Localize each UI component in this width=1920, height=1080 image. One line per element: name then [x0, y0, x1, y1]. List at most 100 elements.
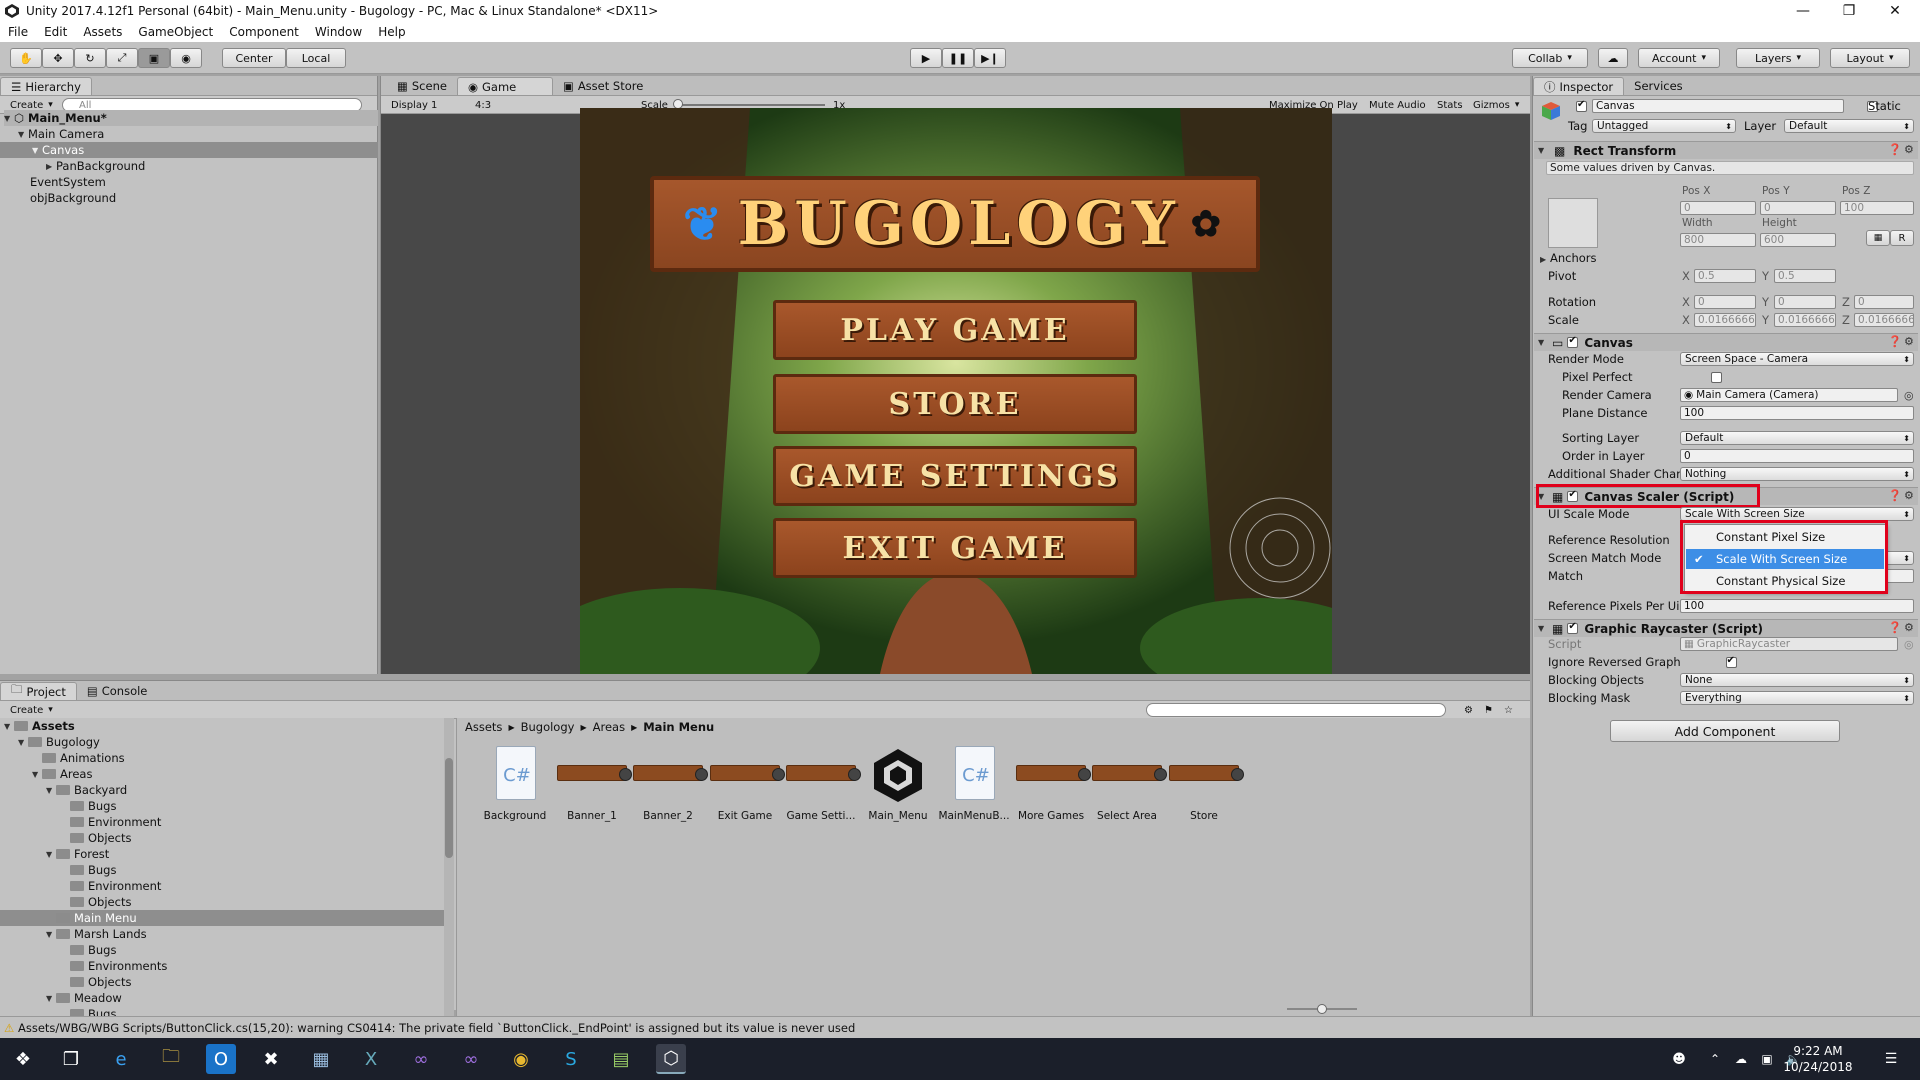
- hierarchy-item-objbackground[interactable]: objBackground: [30, 190, 116, 206]
- filter-label-icon[interactable]: ⚑: [1480, 703, 1497, 717]
- people-icon[interactable]: ☻: [1664, 1044, 1694, 1074]
- rect-transform-header[interactable]: ▼ ▩ Rect Transform: [1534, 141, 1918, 159]
- collab-dropdown[interactable]: Collab: [1512, 48, 1588, 68]
- pivot-x-field[interactable]: 0.5: [1694, 269, 1756, 283]
- step-button[interactable]: ▶❙: [974, 48, 1006, 68]
- expand-icon[interactable]: ▼: [46, 994, 56, 1003]
- project-folder-item[interactable]: Bugs: [0, 862, 444, 878]
- settings-gear-icon[interactable]: ⚙: [1904, 143, 1914, 156]
- asset-item[interactable]: Banner_2: [631, 746, 708, 826]
- scale-slider[interactable]: [675, 104, 825, 106]
- help-icon[interactable]: ❓: [1888, 143, 1902, 156]
- windows-start-icon[interactable]: ❖: [8, 1044, 38, 1074]
- skype-icon[interactable]: S: [556, 1044, 586, 1074]
- height-field[interactable]: 600: [1760, 233, 1836, 247]
- filter-type-icon[interactable]: ⚙: [1460, 703, 1477, 717]
- game-settings-button[interactable]: GAME SETTINGS: [773, 446, 1137, 506]
- menu-help[interactable]: Help: [370, 25, 413, 39]
- files-app-icon[interactable]: ▦: [306, 1044, 336, 1074]
- project-folder-item[interactable]: Bugs: [0, 1006, 444, 1016]
- scale-z-field[interactable]: 0.0166666: [1854, 313, 1914, 327]
- project-folder-item[interactable]: Environments: [0, 958, 444, 974]
- breadcrumb-bugology[interactable]: Bugology: [521, 720, 575, 734]
- excel-like-icon[interactable]: X: [356, 1044, 386, 1074]
- expand-icon[interactable]: ▼: [46, 930, 56, 939]
- tab-game[interactable]: ◉ Game: [456, 77, 553, 95]
- chrome-icon[interactable]: ◉: [506, 1044, 536, 1074]
- add-component-button[interactable]: Add Component: [1610, 720, 1840, 742]
- rotate-tool-icon[interactable]: ↻: [74, 48, 106, 68]
- breadcrumb-assets[interactable]: Assets: [465, 720, 502, 734]
- asset-item[interactable]: Exit Game: [708, 746, 785, 826]
- scale-x-field[interactable]: 0.0166666: [1694, 313, 1756, 327]
- hierarchy-item-main-camera[interactable]: ▼ Main Camera: [18, 126, 104, 142]
- project-folder-item[interactable]: Main Menu: [0, 910, 444, 926]
- sorting-layer-dropdown[interactable]: Default: [1680, 431, 1914, 445]
- restore-icon[interactable]: ❐: [1826, 0, 1872, 22]
- pos-y-field[interactable]: 0: [1760, 201, 1836, 215]
- raw-edit-button[interactable]: R: [1890, 230, 1914, 246]
- tab-scene[interactable]: ▦ Scene: [387, 77, 457, 95]
- project-folder-item[interactable]: Environment: [0, 814, 444, 830]
- menu-file[interactable]: File: [0, 25, 36, 39]
- help-icon[interactable]: ❓: [1888, 335, 1902, 348]
- asset-item[interactable]: Banner_1: [555, 746, 632, 826]
- transform-tool-icon[interactable]: ◉: [170, 48, 202, 68]
- help-icon[interactable]: ❓: [1888, 621, 1902, 634]
- menu-component[interactable]: Component: [221, 25, 307, 39]
- additional-shader-dropdown[interactable]: Nothing: [1680, 467, 1914, 481]
- project-folder-item[interactable]: Objects: [0, 974, 444, 990]
- edge-browser-icon[interactable]: e: [106, 1044, 136, 1074]
- anchors-row[interactable]: ▶ Anchors: [1540, 251, 1597, 265]
- menu-gameobject[interactable]: GameObject: [130, 25, 221, 39]
- project-folder-item[interactable]: ▼ Areas: [0, 766, 444, 782]
- mute-audio-toggle[interactable]: Mute Audio: [1365, 98, 1430, 112]
- asset-item[interactable]: Store: [1167, 746, 1244, 826]
- menu-assets[interactable]: Assets: [75, 25, 130, 39]
- asset-item[interactable]: C# Background: [478, 746, 552, 826]
- object-picker-icon[interactable]: ◎: [1904, 389, 1914, 402]
- hierarchy-item-canvas[interactable]: ▼ Canvas: [0, 142, 378, 158]
- order-in-layer-field[interactable]: 0: [1680, 449, 1914, 463]
- scene-row[interactable]: ▼ ⬡ Main_Menu*: [4, 110, 378, 126]
- task-view-icon[interactable]: ❐: [56, 1044, 86, 1074]
- hierarchy-item-eventsystem[interactable]: EventSystem: [30, 174, 106, 190]
- store-button[interactable]: STORE: [773, 374, 1137, 434]
- asset-item[interactable]: Game Setti...: [784, 746, 861, 826]
- ui-scale-mode-dropdown[interactable]: Scale With Screen Size: [1680, 507, 1914, 521]
- play-game-button[interactable]: PLAY GAME: [773, 300, 1137, 360]
- pivot-center-button[interactable]: Center: [222, 48, 286, 68]
- pivot-local-button[interactable]: Local: [286, 48, 346, 68]
- asset-item[interactable]: Main_Menu: [861, 746, 935, 826]
- project-folder-item[interactable]: Objects: [0, 830, 444, 846]
- pos-x-field[interactable]: 0: [1680, 201, 1756, 215]
- active-checkbox[interactable]: [1576, 99, 1587, 112]
- rotation-x-field[interactable]: 0: [1694, 295, 1756, 309]
- render-mode-dropdown[interactable]: Screen Space - Camera: [1680, 352, 1914, 366]
- project-folder-item[interactable]: Bugs: [0, 798, 444, 814]
- project-folder-item[interactable]: ▼ Assets: [0, 718, 444, 734]
- tab-services[interactable]: Services: [1624, 77, 1693, 95]
- ignore-reversed-checkbox[interactable]: [1725, 655, 1737, 668]
- project-folder-item[interactable]: ▼ Forest: [0, 846, 444, 862]
- blocking-mask-dropdown[interactable]: Everything: [1680, 691, 1914, 705]
- asset-item[interactable]: Select Area: [1090, 746, 1167, 826]
- project-folder-item[interactable]: ▼ Meadow: [0, 990, 444, 1006]
- project-search-input[interactable]: [1146, 703, 1446, 717]
- project-folder-item[interactable]: Animations: [0, 750, 444, 766]
- project-folder-item[interactable]: ▼ Bugology: [0, 734, 444, 750]
- menu-edit[interactable]: Edit: [36, 25, 75, 39]
- taskbar-clock[interactable]: 9:22 AM 10/24/2018: [1778, 1043, 1858, 1075]
- play-button[interactable]: ▶: [910, 48, 942, 68]
- project-folder-item[interactable]: ▼ Backyard: [0, 782, 444, 798]
- pixel-perfect-checkbox[interactable]: [1711, 372, 1722, 383]
- project-tree-scrollbar[interactable]: [444, 718, 454, 1016]
- visual-studio-2-icon[interactable]: ∞: [456, 1044, 486, 1074]
- stats-toggle[interactable]: Stats: [1433, 98, 1467, 112]
- expand-icon[interactable]: ▼: [18, 738, 28, 747]
- canvas-enabled-checkbox[interactable]: [1567, 335, 1579, 348]
- settings-gear-icon[interactable]: ⚙: [1904, 489, 1914, 502]
- rotation-y-field[interactable]: 0: [1774, 295, 1836, 309]
- rotation-z-field[interactable]: 0: [1854, 295, 1914, 309]
- project-folder-item[interactable]: Environment: [0, 878, 444, 894]
